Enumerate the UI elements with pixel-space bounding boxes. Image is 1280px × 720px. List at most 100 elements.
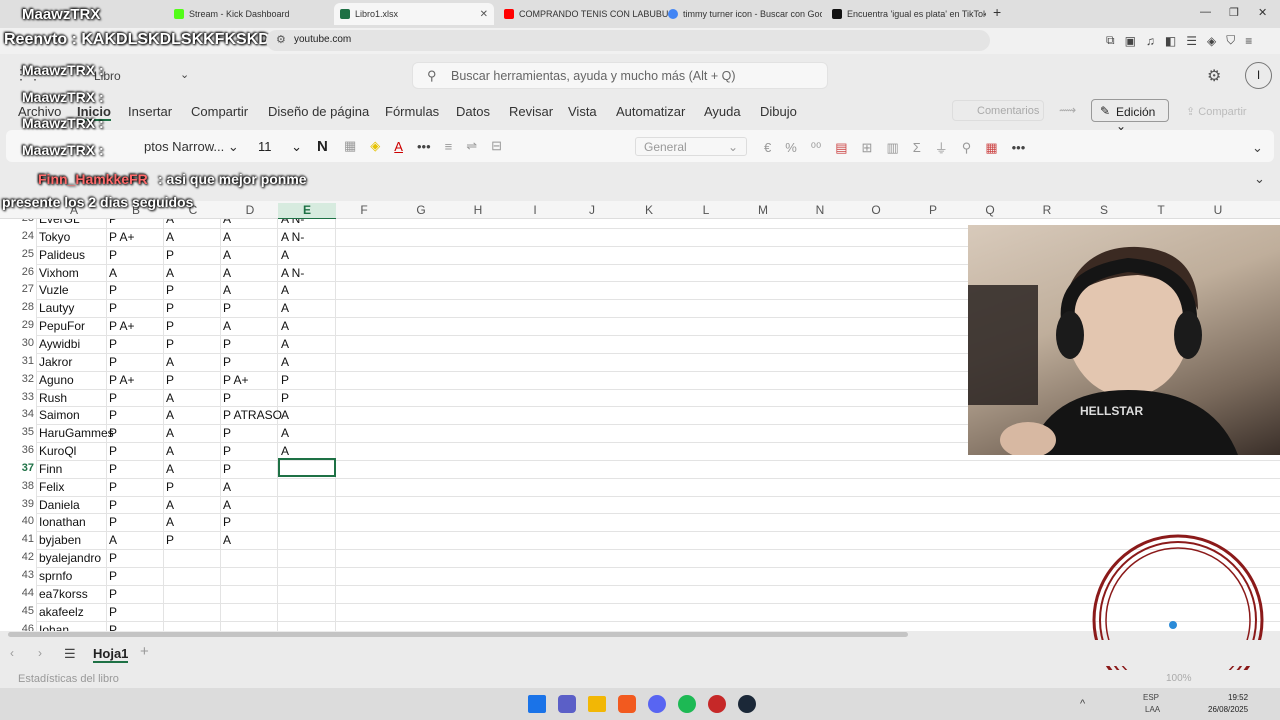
brave-browser-icon[interactable]: [618, 695, 636, 713]
next-sheet-icon[interactable]: ›: [38, 646, 42, 660]
tab-kick[interactable]: Stream - Kick Dashboard: [168, 3, 328, 25]
cell-e[interactable]: A: [281, 283, 289, 297]
col-header-u[interactable]: U: [1208, 203, 1228, 217]
tab-insertar[interactable]: Insertar: [128, 104, 172, 119]
cell-a[interactable]: Rush: [39, 391, 67, 405]
col-header-f[interactable]: F: [354, 203, 374, 217]
col-header-t[interactable]: T: [1151, 203, 1171, 217]
row-number[interactable]: 40: [0, 515, 34, 527]
tray-chevron-icon[interactable]: ^: [1080, 698, 1085, 710]
cell-c[interactable]: A: [166, 498, 174, 512]
cell-a[interactable]: Tokyo: [39, 230, 70, 244]
cell-a[interactable]: EverGL: [39, 219, 80, 226]
cell-c[interactable]: A: [166, 515, 174, 529]
cell-a[interactable]: Daniela: [39, 498, 80, 512]
cell-e[interactable]: A: [281, 248, 289, 262]
cell-b[interactable]: P: [109, 462, 117, 476]
number-format-dropdown[interactable]: General ⌄: [635, 137, 747, 156]
merge-icon[interactable]: ⊟: [491, 138, 502, 154]
cell-d[interactable]: P: [223, 391, 231, 405]
row-number[interactable]: 45: [0, 605, 34, 617]
cell-e[interactable]: A: [281, 408, 289, 422]
cell-b[interactable]: P: [109, 515, 117, 529]
file-explorer-icon[interactable]: [588, 696, 606, 712]
row-number[interactable]: 23: [0, 219, 34, 224]
cell-d[interactable]: A: [223, 480, 231, 494]
cell-c[interactable]: A: [166, 408, 174, 422]
col-header-q[interactable]: Q: [980, 203, 1000, 217]
row-number[interactable]: 36: [0, 444, 34, 456]
find-icon[interactable]: ⚲: [962, 140, 972, 156]
cell-e[interactable]: P: [281, 373, 289, 387]
tab-compartir[interactable]: Compartir: [191, 104, 248, 119]
more-options-icon[interactable]: •••: [1012, 140, 1026, 155]
row-number[interactable]: 34: [0, 408, 34, 420]
cell-a[interactable]: HaruGammes: [39, 426, 114, 440]
share-button[interactable]: ⇪ Compartir: [1186, 105, 1247, 118]
cell-a[interactable]: Finn: [39, 462, 62, 476]
tab-ayuda[interactable]: Ayuda: [704, 104, 741, 119]
row-number[interactable]: 38: [0, 480, 34, 492]
row-number[interactable]: 35: [0, 426, 34, 438]
col-header-h[interactable]: H: [468, 203, 488, 217]
row-number[interactable]: 37: [0, 462, 34, 474]
col-header-j[interactable]: J: [582, 203, 602, 217]
cell-b[interactable]: P: [109, 248, 117, 262]
font-name-dropdown[interactable]: ptos Narrow... ⌄: [144, 139, 239, 155]
col-header-p[interactable]: P: [923, 203, 943, 217]
cell-b[interactable]: A: [109, 533, 117, 547]
cell-d[interactable]: A: [223, 230, 231, 244]
clock-time[interactable]: 19:52: [1228, 693, 1248, 702]
spotify-icon[interactable]: [678, 695, 696, 713]
cell-b[interactable]: P: [109, 444, 117, 458]
format-cells-icon[interactable]: ▥: [886, 140, 898, 156]
cell-a[interactable]: Aguno: [39, 373, 74, 387]
cell-d[interactable]: A: [223, 283, 231, 297]
row-number[interactable]: 39: [0, 498, 34, 510]
addins-icon[interactable]: ▦: [985, 140, 997, 156]
cell-c[interactable]: A: [166, 219, 174, 226]
sort-filter-icon[interactable]: ⏚: [935, 138, 948, 157]
cell-e[interactable]: A: [281, 337, 289, 351]
cell-c[interactable]: P: [166, 248, 174, 262]
language-indicator[interactable]: ESP: [1143, 693, 1159, 702]
more-icon[interactable]: •••: [417, 139, 431, 154]
col-header-l[interactable]: L: [696, 203, 716, 217]
row-number[interactable]: 44: [0, 587, 34, 599]
col-header-r[interactable]: R: [1037, 203, 1057, 217]
cell-c[interactable]: P: [166, 301, 174, 315]
currency-icon[interactable]: €: [764, 140, 771, 155]
active-cell-e37[interactable]: [278, 458, 336, 477]
row-number[interactable]: 25: [0, 248, 34, 260]
bold-button[interactable]: N: [317, 138, 328, 155]
cell-d[interactable]: P: [223, 515, 231, 529]
cell-d[interactable]: P ATRASO: [223, 408, 282, 422]
cell-c[interactable]: P: [166, 533, 174, 547]
cell-a[interactable]: Iohan: [39, 623, 69, 631]
cell-c[interactable]: P: [166, 337, 174, 351]
cell-b[interactable]: P A+: [109, 319, 134, 333]
row-number[interactable]: 43: [0, 569, 34, 581]
cell-d[interactable]: A: [223, 498, 231, 512]
windows-start-icon[interactable]: [528, 695, 546, 713]
cell-d[interactable]: P: [223, 426, 231, 440]
fill-color-icon[interactable]: ◈: [370, 138, 380, 154]
wallet-icon[interactable]: ◈: [1207, 34, 1216, 48]
cell-a[interactable]: ea7korss: [39, 587, 88, 601]
expand-ribbon-icon[interactable]: ⌄: [1252, 140, 1263, 156]
cell-c[interactable]: P: [166, 319, 174, 333]
cell-c[interactable]: P: [166, 373, 174, 387]
cell-a[interactable]: Vixhom: [39, 266, 79, 280]
discord-icon[interactable]: [648, 695, 666, 713]
cell-c[interactable]: A: [166, 391, 174, 405]
music-icon[interactable]: ♫: [1146, 34, 1155, 48]
align-icon[interactable]: ≡: [445, 139, 453, 154]
row-number[interactable]: 41: [0, 533, 34, 545]
cell-e[interactable]: A: [281, 444, 289, 458]
col-header-o[interactable]: O: [866, 203, 886, 217]
row-number[interactable]: 28: [0, 301, 34, 313]
tab-revisar[interactable]: Revisar: [509, 104, 553, 119]
close-icon[interactable]: ✕: [480, 9, 488, 20]
cell-a[interactable]: Jakror: [39, 355, 72, 369]
cell-c[interactable]: A: [166, 462, 174, 476]
